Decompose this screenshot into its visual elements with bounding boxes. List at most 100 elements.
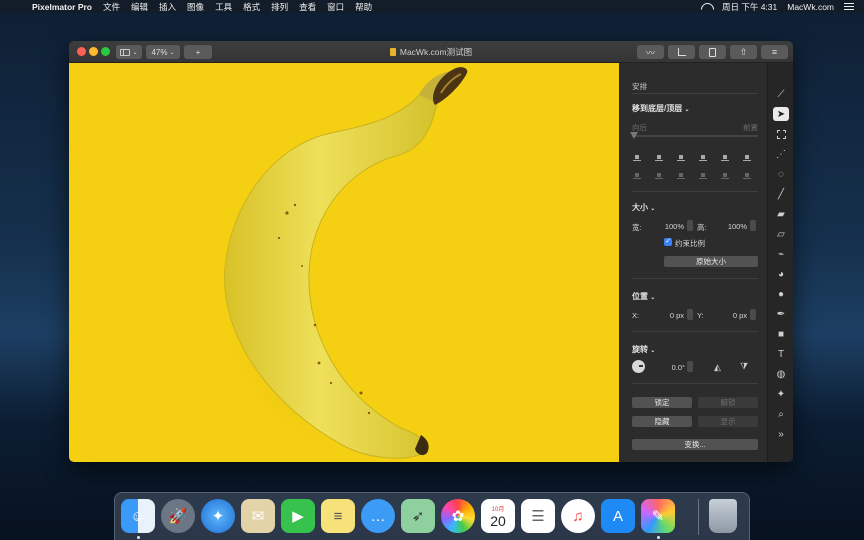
document-title-text: MacWk.com测试图 (399, 47, 473, 57)
align-center-icon[interactable] (655, 154, 663, 161)
y-field[interactable]: 0 px (722, 311, 747, 320)
chevron-down-icon: ⌄ (650, 206, 656, 212)
pixelmator-window: ⌄ 47% ⌄ + MacWk.com测试图 〰 ⇧ ≡ 安排 移到底层/顶层 … (69, 41, 793, 462)
position-section-toggle[interactable]: 位置 ⌄ (632, 291, 655, 302)
safari-icon[interactable]: ✦ (201, 499, 235, 533)
share-button[interactable]: ⇧ (730, 45, 757, 59)
size-section-toggle[interactable]: 大小 ⌄ (632, 202, 655, 213)
slider-knob[interactable] (630, 132, 638, 139)
transform-button[interactable]: 变换... (632, 439, 758, 450)
menu-format[interactable]: 格式 (243, 1, 260, 13)
more-tools-icon[interactable]: » (773, 427, 789, 441)
size-title: 大小 (632, 203, 648, 212)
pen-icon[interactable]: ✒ (773, 307, 789, 321)
constrain-checkbox[interactable]: ✓ (664, 238, 672, 246)
repair-icon[interactable]: ⌁ (773, 247, 789, 261)
distribute-middle-icon[interactable] (721, 172, 729, 179)
menu-extras-icon[interactable] (844, 3, 854, 10)
align-bottom-icon[interactable] (743, 154, 751, 161)
menu-bar: Pixelmator Pro 文件 编辑 插入 图像 工具 格式 排列 查看 窗… (0, 0, 864, 13)
move-layer-dropdown[interactable]: 移到底层/顶层 ⌄ (632, 103, 690, 114)
color-adjust-icon[interactable]: ◍ (773, 367, 789, 381)
reminders-icon[interactable]: ☰ (521, 499, 555, 533)
distribute-center-icon[interactable] (655, 172, 663, 179)
messages-icon[interactable]: … (361, 499, 395, 533)
divider (632, 278, 758, 279)
launchpad-icon[interactable]: 🚀 (161, 499, 195, 533)
paint-bucket-icon[interactable]: ▰ (773, 207, 789, 221)
eraser-icon[interactable]: ▱ (773, 227, 789, 241)
rotate-section-toggle[interactable]: 旋转 ⌄ (632, 344, 655, 355)
angle-field[interactable]: 0.0° (663, 363, 685, 372)
distribute-right-icon[interactable] (677, 172, 685, 179)
style-tool-icon[interactable]: ⟋ (773, 87, 789, 101)
menu-file[interactable]: 文件 (103, 1, 120, 13)
height-stepper[interactable] (750, 220, 756, 231)
distribute-bottom-icon[interactable] (743, 172, 751, 179)
blur-icon[interactable]: ● (773, 287, 789, 301)
maps-icon[interactable]: ➶ (401, 499, 435, 533)
x-field[interactable]: 0 px (659, 311, 684, 320)
calendar-icon[interactable]: 10月 20 (481, 499, 515, 533)
width-field[interactable]: 100% (662, 222, 684, 231)
flip-vertical-icon[interactable]: ⧩ (740, 361, 748, 372)
hide-button[interactable]: 隐藏 (632, 416, 692, 427)
align-top-icon[interactable] (699, 154, 707, 161)
app-store-icon[interactable]: A (601, 499, 635, 533)
arrange-slider[interactable] (630, 132, 758, 139)
distribute-top-icon[interactable] (699, 172, 707, 179)
shape-icon[interactable]: ■ (773, 327, 789, 341)
menu-insert[interactable]: 插入 (159, 1, 176, 13)
zoom-icon[interactable]: ⌕ (773, 407, 789, 421)
effects-icon[interactable]: ✦ (773, 387, 789, 401)
menu-help[interactable]: 帮助 (355, 1, 372, 13)
app-menu[interactable]: Pixelmator Pro (32, 2, 92, 12)
menu-window[interactable]: 窗口 (327, 1, 344, 13)
clone-icon[interactable]: ◕ (773, 267, 789, 281)
photos-icon[interactable]: ✿ (441, 499, 475, 533)
menu-image[interactable]: 图像 (187, 1, 204, 13)
clock[interactable]: 周日 下午 4:31 (722, 1, 777, 13)
y-stepper[interactable] (750, 309, 756, 320)
music-icon[interactable]: ♫ (561, 499, 595, 533)
original-size-button[interactable]: 原始大小 (664, 256, 758, 267)
menu-tools[interactable]: 工具 (215, 1, 232, 13)
y-label: Y: (697, 311, 704, 320)
type-icon[interactable]: T (773, 347, 789, 361)
paint-brush-icon[interactable]: ╱ (773, 187, 789, 201)
quick-selection-icon[interactable]: ◌ (773, 167, 789, 181)
lock-button[interactable]: 锁定 (632, 397, 692, 408)
style-button[interactable]: 〰 (637, 45, 664, 59)
selection-tool-icon[interactable] (773, 127, 789, 141)
flip-horizontal-icon[interactable]: ◭ (714, 362, 721, 373)
width-stepper[interactable] (687, 220, 693, 231)
menu-arrange[interactable]: 排列 (271, 1, 288, 13)
angle-stepper[interactable] (687, 361, 693, 372)
crop-button[interactable] (668, 45, 695, 59)
unlock-button[interactable]: 解锁 (698, 397, 758, 408)
notes-icon[interactable]: ≡ (321, 499, 355, 533)
paint-selection-icon[interactable]: ⋰ (773, 147, 789, 161)
finder-icon[interactable]: ☺ (121, 499, 155, 533)
menu-view[interactable]: 查看 (299, 1, 316, 13)
facetime-icon[interactable]: ▶ (281, 499, 315, 533)
site-label[interactable]: MacWk.com (787, 2, 834, 12)
dock: ☺ 🚀 ✦ ✉ ▶ ≡ … ➶ ✿ 10月 20 ☰ ♫ A ✎ (114, 492, 750, 540)
show-button[interactable]: 显示 (698, 416, 758, 427)
align-middle-icon[interactable] (721, 154, 729, 161)
align-left-icon[interactable] (633, 154, 641, 161)
adjustments-button[interactable]: ≡ (761, 45, 788, 59)
distribute-h-icon[interactable] (633, 172, 641, 179)
export-button[interactable] (699, 45, 726, 59)
wifi-icon[interactable] (701, 3, 712, 11)
pixelmator-dock-icon[interactable]: ✎ (641, 499, 675, 533)
arrange-tool-icon[interactable]: ➤ (773, 107, 789, 121)
trash-icon[interactable] (709, 499, 737, 533)
image-canvas[interactable] (69, 63, 619, 462)
rotation-dial[interactable] (632, 360, 645, 373)
menu-edit[interactable]: 编辑 (131, 1, 148, 13)
height-field[interactable]: 100% (725, 222, 747, 231)
align-right-icon[interactable] (677, 154, 685, 161)
x-stepper[interactable] (687, 309, 693, 320)
mail-stamp-icon[interactable]: ✉ (241, 499, 275, 533)
